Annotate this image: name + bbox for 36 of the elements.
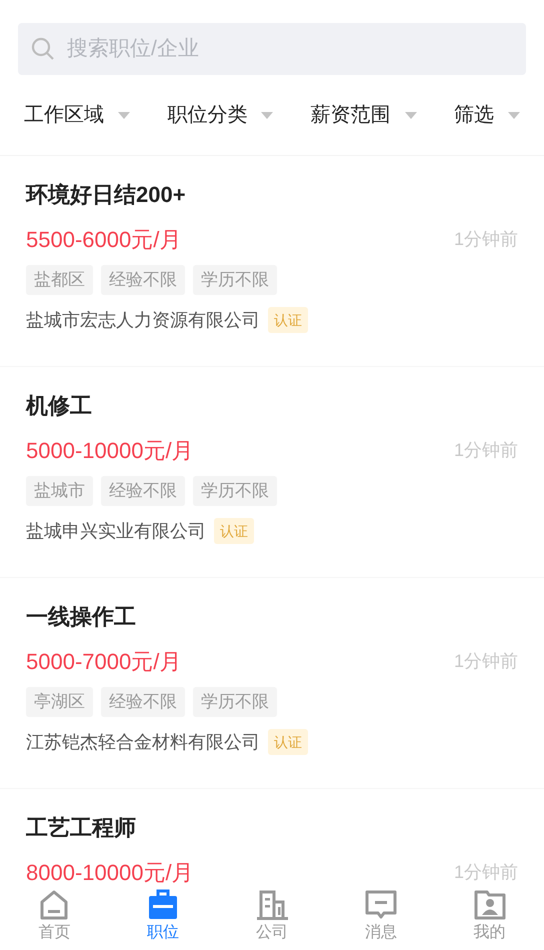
- job-tag: 学历不限: [193, 476, 277, 506]
- company-name: 盐城申兴实业有限公司: [26, 520, 206, 542]
- job-title[interactable]: 环境好日结200+: [26, 180, 518, 210]
- job-tag: 经验不限: [101, 687, 185, 717]
- filter-dropdown[interactable]: 工作区域: [24, 100, 130, 130]
- filter-dropdown[interactable]: 职位分类: [167, 100, 274, 130]
- job-title[interactable]: 机修工: [26, 391, 518, 421]
- filter-dropdown[interactable]: 筛选: [454, 100, 520, 130]
- salary-text: 5000-10000元/月: [26, 436, 194, 464]
- salary-text: 8000-10000元/月: [26, 858, 194, 886]
- caret-icon: [118, 112, 130, 118]
- caret-icon: [261, 112, 274, 118]
- company-name: 盐城市宏志人力资源有限公司: [26, 308, 260, 332]
- verified-badge: 认证: [268, 307, 308, 333]
- filter-dropdown[interactable]: 薪资范围: [310, 100, 417, 130]
- job-tag: 学历不限: [193, 687, 277, 717]
- job-tag: 学历不限: [193, 265, 277, 295]
- job-title[interactable]: 一线操作工: [26, 602, 518, 632]
- salary-text: 5000-7000元/月: [26, 648, 182, 676]
- building-icon: [254, 888, 289, 922]
- search-icon: [31, 37, 55, 61]
- job-tag: 经验不限: [101, 265, 185, 295]
- tab-bar-item[interactable]: 职位: [108, 888, 218, 950]
- search-field[interactable]: 搜索职位/企业: [18, 23, 526, 75]
- caret-icon: [404, 112, 417, 118]
- verified-badge: 认证: [268, 729, 308, 755]
- profile-folder-icon: [472, 888, 507, 922]
- caret-icon: [508, 112, 520, 118]
- salary-text: 5500-6000元/月: [26, 226, 182, 254]
- job-tag: 经验不限: [101, 476, 185, 506]
- job-tag: 盐都区: [26, 265, 93, 295]
- job-tag: 盐城市: [26, 476, 93, 506]
- verified-badge: 认证: [214, 518, 254, 544]
- company-name: 江苏铠杰轻合金材料有限公司: [26, 730, 260, 754]
- job-title[interactable]: 工艺工程师: [26, 813, 518, 843]
- job-tag: 亭湖区: [26, 687, 93, 717]
